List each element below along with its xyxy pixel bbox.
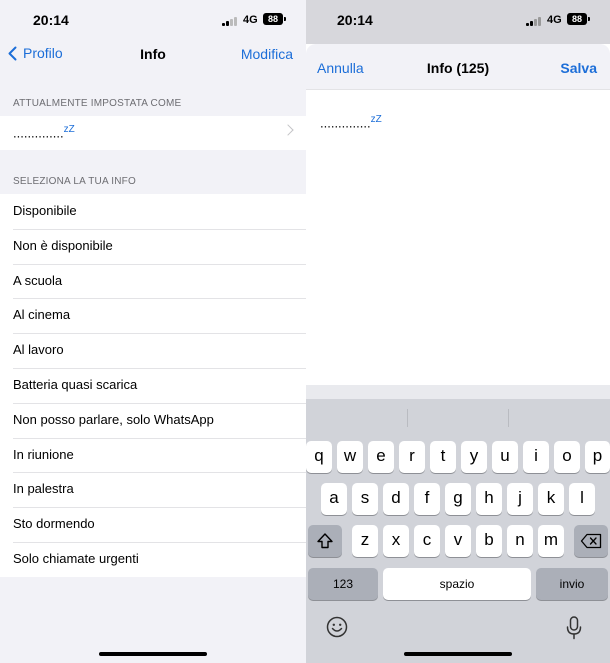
save-button[interactable]: Salva <box>560 60 597 76</box>
home-indicator <box>404 652 512 656</box>
home-indicator <box>99 652 207 656</box>
info-option-solo-whatsapp[interactable]: Non posso parlare, solo WhatsApp <box>0 402 306 438</box>
key-h[interactable]: h <box>476 483 502 515</box>
key-j[interactable]: j <box>507 483 533 515</box>
info-option-in-palestra[interactable]: In palestra <box>0 472 306 507</box>
network-type: 4G <box>243 14 258 26</box>
edit-nav-bar: Annulla Info (125) Salva <box>306 44 610 90</box>
info-option-disponibile[interactable]: Disponibile <box>0 194 306 229</box>
info-option-non-disponibile[interactable]: Non è disponibile <box>0 228 306 264</box>
nav-bar: Profilo Info Modifica <box>0 40 306 70</box>
key-o[interactable]: o <box>554 441 580 473</box>
current-info-value: ..............zZ <box>13 124 75 141</box>
shift-key[interactable] <box>308 525 342 557</box>
numbers-key[interactable]: 123 <box>308 568 378 600</box>
sleep-zz-text: zZ <box>63 124 75 135</box>
key-m[interactable]: m <box>538 525 564 557</box>
key-t[interactable]: t <box>430 441 456 473</box>
info-option-al-lavoro[interactable]: Al lavoro <box>0 333 306 368</box>
emoji-icon[interactable] <box>326 616 348 644</box>
suggestion-divider <box>508 409 509 427</box>
battery-icon: 88 <box>567 13 590 25</box>
current-info-row[interactable]: ..............zZ <box>0 116 306 150</box>
key-s[interactable]: s <box>352 483 378 515</box>
emoji-face-icon <box>326 616 348 638</box>
suggestion-divider <box>407 409 408 427</box>
key-i[interactable]: i <box>523 441 549 473</box>
keyboard-top-strip <box>306 385 610 399</box>
info-option-a-scuola[interactable]: A scuola <box>0 263 306 299</box>
backspace-icon <box>580 533 602 549</box>
edit-info-screen: 20:14 4G 88 Annulla Info (125) Salva ...… <box>306 0 610 663</box>
key-z[interactable]: z <box>352 525 378 557</box>
network-type: 4G <box>547 14 562 26</box>
key-g[interactable]: g <box>445 483 471 515</box>
key-y[interactable]: y <box>461 441 487 473</box>
delete-key[interactable] <box>574 525 608 557</box>
battery-icon: 88 <box>263 13 286 25</box>
info-option-sto-dormendo[interactable]: Sto dormendo <box>0 507 306 542</box>
key-k[interactable]: k <box>538 483 564 515</box>
signal-icon <box>526 16 542 26</box>
key-q[interactable]: q <box>306 441 332 473</box>
info-option-batteria-scarica[interactable]: Batteria quasi scarica <box>0 367 306 403</box>
key-e[interactable]: e <box>368 441 394 473</box>
key-p[interactable]: p <box>585 441 610 473</box>
return-key[interactable]: invio <box>536 568 608 600</box>
signal-icon <box>222 16 238 26</box>
info-text-value: ..............zZ <box>320 114 382 131</box>
key-d[interactable]: d <box>383 483 409 515</box>
sleep-zz-text: zZ <box>370 114 382 125</box>
key-u[interactable]: u <box>492 441 518 473</box>
key-a[interactable]: a <box>321 483 347 515</box>
info-options-list: Disponibile Non è disponibile A scuola A… <box>0 194 306 577</box>
current-section-header: ATTUALMENTE IMPOSTATA COME <box>13 98 182 109</box>
space-key[interactable]: spazio <box>383 568 531 600</box>
info-option-in-riunione[interactable]: In riunione <box>0 437 306 473</box>
key-c[interactable]: c <box>414 525 440 557</box>
status-bar: 20:14 4G 88 <box>306 0 610 40</box>
key-w[interactable]: w <box>337 441 363 473</box>
key-f[interactable]: f <box>414 483 440 515</box>
key-b[interactable]: b <box>476 525 502 557</box>
info-option-chiamate-urgenti[interactable]: Solo chiamate urgenti <box>0 541 306 577</box>
status-time: 20:14 <box>33 12 69 28</box>
select-section-header: SELEZIONA LA TUA INFO <box>13 176 136 187</box>
status-bar: 20:14 4G 88 <box>0 0 306 40</box>
key-x[interactable]: x <box>383 525 409 557</box>
info-list-screen: 20:14 4G 88 Profilo Info Modifica ATTUAL… <box>0 0 306 663</box>
info-text-input[interactable] <box>306 90 610 385</box>
keyboard: q w e r t y u i o p a s d f g h j k l z … <box>306 385 610 663</box>
info-option-al-cinema[interactable]: Al cinema <box>0 298 306 333</box>
suggestion-bar <box>306 399 610 437</box>
key-v[interactable]: v <box>445 525 471 557</box>
edit-button[interactable]: Modifica <box>241 46 293 62</box>
key-l[interactable]: l <box>569 483 595 515</box>
shift-icon <box>317 533 333 549</box>
key-n[interactable]: n <box>507 525 533 557</box>
status-time: 20:14 <box>337 12 373 28</box>
chevron-right-icon <box>282 124 294 136</box>
microphone-icon[interactable] <box>566 616 582 646</box>
mic-icon <box>566 616 582 640</box>
key-r[interactable]: r <box>399 441 425 473</box>
